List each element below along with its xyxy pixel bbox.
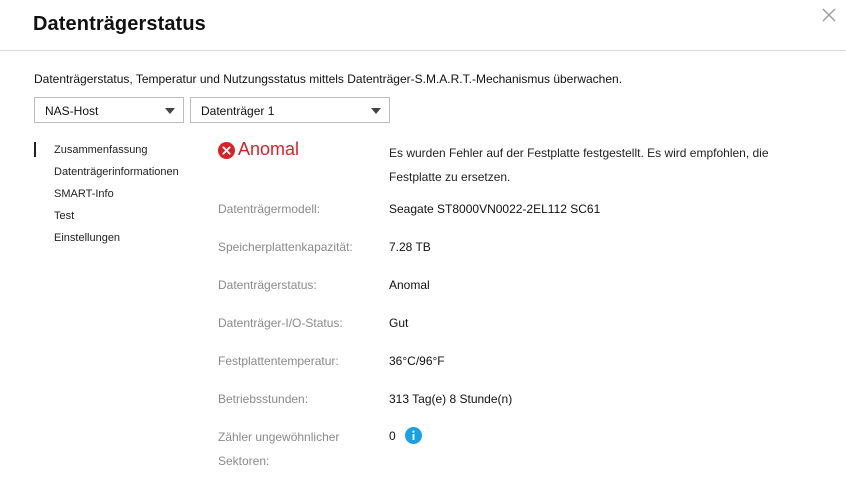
dialog-title: Datenträgerstatus [33, 13, 206, 35]
bad-sectors-value: 0 [389, 429, 396, 443]
dialog-description: Datenträgerstatus, Temperatur und Nutzun… [34, 72, 623, 86]
io-status-value: Gut [389, 316, 409, 330]
host-select[interactable]: NAS-Host [34, 97, 184, 123]
disk-model-value: Seagate ST8000VN0022-2EL112 SC61 [389, 202, 601, 216]
disk-status-label: Datenträgerstatus: [218, 278, 317, 292]
nav-item-datentraegerinformationen[interactable]: Datenträgerinformationen [34, 164, 204, 186]
chevron-down-icon [371, 108, 381, 114]
nav-item-smart-info[interactable]: SMART-Info [34, 186, 204, 208]
disk-capacity-label: Speicherplattenkapazität: [218, 240, 353, 254]
nav-item-test[interactable]: Test [34, 208, 204, 230]
dialog-header: Datenträgerstatus [0, 0, 846, 51]
disk-select[interactable]: Datenträger 1 [190, 97, 390, 123]
nav-item-zusammenfassung[interactable]: Zusammenfassung [34, 142, 204, 164]
host-select-value: NAS-Host [45, 104, 99, 118]
close-icon[interactable] [820, 6, 838, 24]
disk-select-value: Datenträger 1 [201, 104, 275, 118]
nav-item-einstellungen[interactable]: Einstellungen [34, 230, 204, 252]
side-nav: Zusammenfassung Datenträgerinformationen… [34, 142, 204, 252]
disk-model-label: Datenträgermodell: [218, 202, 321, 216]
io-status-label: Datenträger-I/O-Status: [218, 316, 343, 330]
disk-status-value: Anomal [389, 278, 430, 292]
bad-sectors-label-line2: Sektoren: [218, 454, 270, 468]
error-circle-icon [218, 142, 235, 159]
temperature-label: Festplattentemperatur: [218, 354, 339, 368]
bad-sectors-label: Zähler ungewöhnlicher [218, 430, 340, 444]
operating-hours-label: Betriebsstunden: [218, 392, 309, 406]
chevron-down-icon [165, 108, 175, 114]
operating-hours-value: 313 Tag(e) 8 Stunde(n) [389, 392, 513, 406]
status-message: Es wurden Fehler auf der Festplatte fest… [389, 146, 769, 184]
temperature-value: 36°C/96°F [389, 354, 445, 368]
disk-capacity-value: 7.28 TB [389, 240, 431, 254]
info-icon[interactable] [405, 427, 422, 444]
status-text: Anomal [238, 139, 300, 159]
